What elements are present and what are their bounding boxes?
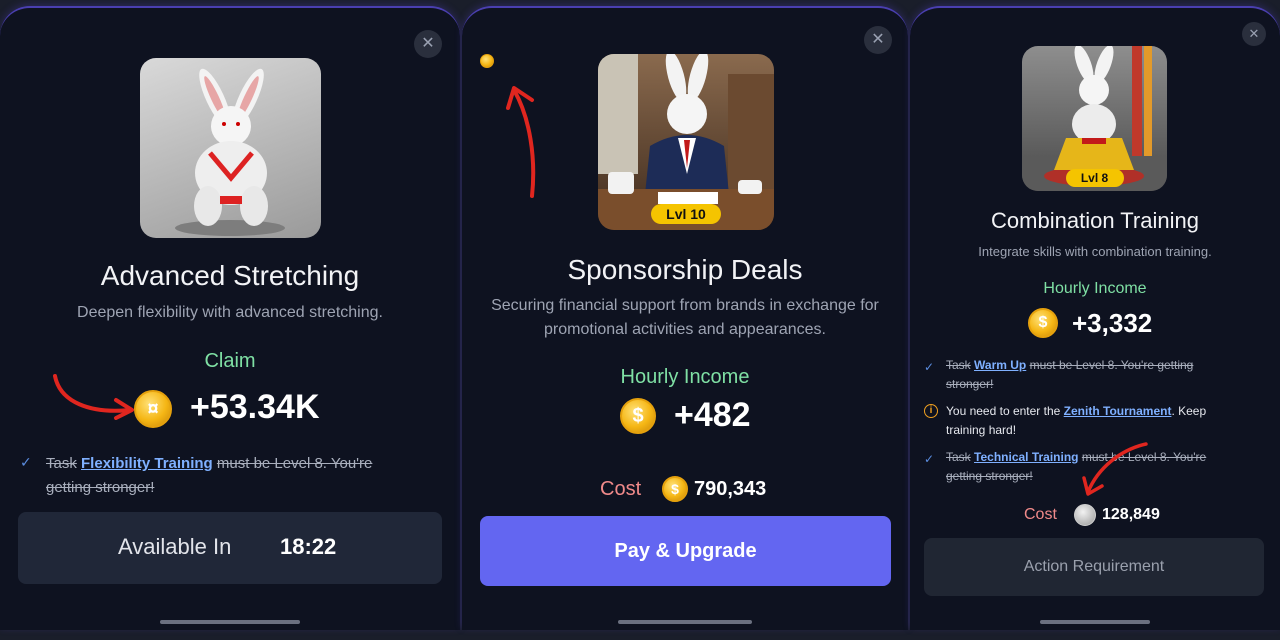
cost-label: Cost (600, 478, 642, 500)
coin-icon: ¤ (134, 390, 172, 428)
action-requirement-button[interactable]: Action Requirement (924, 538, 1264, 596)
close-icon[interactable]: ✕ (414, 30, 442, 58)
task-prefix: Task (946, 358, 971, 372)
coin-icon: $ (1028, 308, 1058, 338)
upgrade-card-advanced-stretching: ✕ Advanced Stretching Deepen flexibility… (0, 6, 460, 630)
small-coin-icon (480, 54, 494, 68)
task-link[interactable]: Warm Up (974, 358, 1026, 372)
checkmark-icon: ✓ (20, 454, 32, 470)
upgrade-card-combination-training: ✕ Lvl 8 Combination Training Integrate s… (910, 6, 1280, 630)
task-requirement: You need to enter the Zenith Tournament.… (946, 402, 1246, 440)
card-title: Combination Training (991, 208, 1199, 233)
screen: ✕ Advanced Stretching Deepen flexibility… (0, 0, 1280, 640)
task-prefix: You need to enter the (946, 404, 1061, 418)
red-arrow-annotation (1082, 442, 1148, 496)
upgrade-card-sponsorship-deals: ✕ Lvl 10 Sponsorship Deals Securing fina… (462, 6, 908, 630)
card-image: Lvl 8 (1022, 46, 1167, 191)
card-image: Lvl 10 (598, 54, 774, 230)
task-requirement: Task Flexibility Training must be Level … (46, 452, 416, 500)
home-indicator (160, 620, 300, 624)
hourly-income-amount: +482 (674, 396, 751, 434)
cost-amount: 790,343 (694, 478, 767, 500)
task-link[interactable]: Technical Training (974, 450, 1078, 464)
task-link[interactable]: Flexibility Training (81, 455, 213, 472)
cost-amount: 128,849 (1102, 506, 1160, 523)
close-icon[interactable]: ✕ (1242, 22, 1266, 46)
close-icon[interactable]: ✕ (864, 26, 892, 54)
red-arrow-annotation (53, 374, 134, 420)
checkmark-icon: ✓ (924, 360, 935, 374)
checkmark-icon: ✓ (924, 452, 935, 466)
card-description: Securing financial support from brands i… (491, 297, 879, 338)
countdown-timer: 18:22 (280, 534, 337, 559)
rabbit-illustration (175, 68, 285, 236)
task-link[interactable]: Zenith Tournament (1064, 404, 1172, 418)
available-in-button[interactable]: Available In 18:22 (18, 512, 442, 584)
card-description: Integrate skills with combination traini… (978, 244, 1212, 259)
task-prefix: Task (946, 450, 971, 464)
coin-icon: $ (662, 476, 688, 502)
level-badge: Lvl 10 (651, 204, 721, 224)
home-indicator (1040, 620, 1150, 624)
red-arrow-annotation (506, 86, 536, 198)
button-label: Available In (118, 534, 232, 559)
level-badge: Lvl 8 (1065, 169, 1124, 187)
card-title: Sponsorship Deals (567, 254, 803, 285)
hourly-income-amount: +3,332 (1072, 308, 1153, 338)
claim-label: Claim (204, 350, 256, 372)
task-requirement: Task Warm Up must be Level 8. You're get… (946, 356, 1236, 394)
coin-icon: $ (620, 398, 656, 434)
card-description: Deepen flexibility with advanced stretch… (77, 304, 383, 321)
info-icon: i (924, 404, 938, 418)
home-indicator (618, 620, 752, 624)
silver-coin-icon (1074, 504, 1096, 526)
claim-amount: +53.34K (190, 388, 320, 426)
cost-label: Cost (1024, 506, 1057, 523)
hourly-income-label: Hourly Income (620, 366, 750, 388)
hourly-income-label: Hourly Income (1043, 280, 1147, 297)
card-image (140, 58, 321, 238)
pay-upgrade-button[interactable]: Pay & Upgrade (480, 516, 891, 586)
task-prefix: Task (46, 455, 77, 472)
card-title: Advanced Stretching (100, 260, 360, 291)
